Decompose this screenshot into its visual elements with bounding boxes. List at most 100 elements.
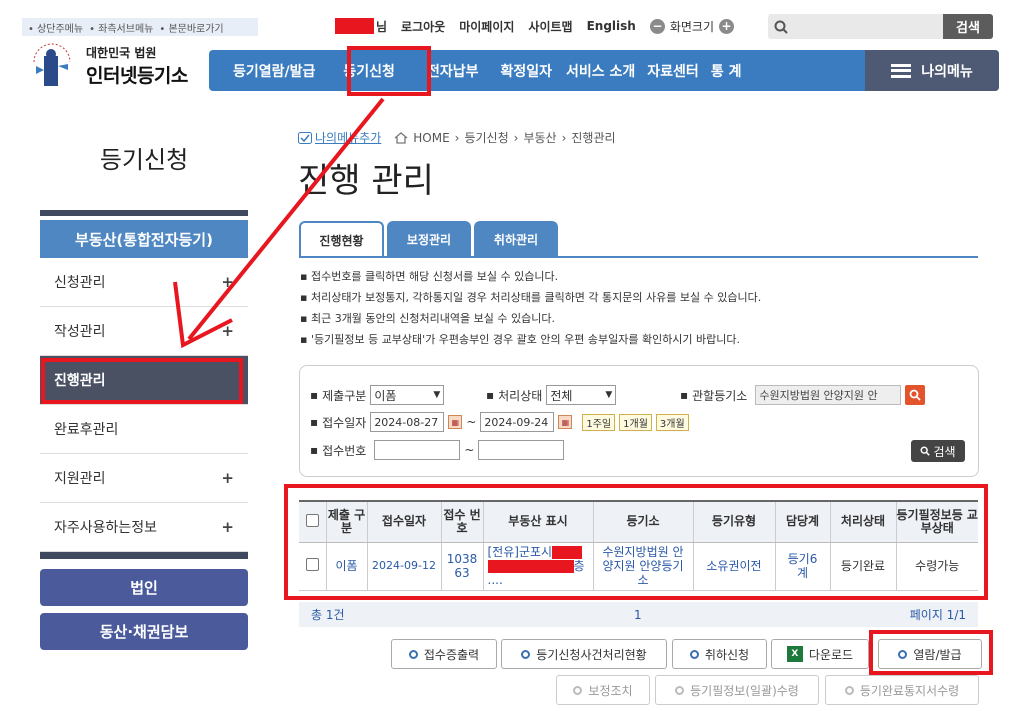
guide-notes: ▪ 접수번호를 클릭하면 해당 신청서를 보실 수 있습니다. ▪ 처리상태가 … (300, 266, 761, 350)
cell-status[interactable]: 등기완료 (829, 542, 896, 591)
quick-3month-button[interactable]: 3개월 (655, 413, 689, 431)
search-button[interactable]: 검색 (943, 14, 993, 39)
select-all-checkbox[interactable] (305, 513, 319, 527)
zoom-control: − 화면크기 + (649, 18, 735, 35)
circle-icon (675, 685, 685, 695)
crumb-registry-apply[interactable]: 등기신청 (464, 129, 508, 146)
sidebar-item-post-complete[interactable]: 완료후관리 (40, 405, 248, 454)
sidebar-item-write-manage[interactable]: 작성관리 + (40, 307, 248, 356)
cell-property[interactable]: [전유]군포시 층 .... (482, 542, 593, 591)
search-icon (774, 20, 788, 34)
row-checkbox[interactable] (305, 558, 319, 571)
download-button[interactable]: X 다운로드 (771, 639, 869, 669)
skip-link-top-menu[interactable]: 상단주메뉴 (28, 20, 83, 35)
gnb-service-intro[interactable]: 서비스 소개 (564, 50, 647, 91)
skip-link-content[interactable]: 본문바로가기 (159, 20, 223, 35)
logout-link[interactable]: 로그아웃 (401, 18, 445, 35)
cell-delivery: 수령가능 (895, 542, 978, 591)
zoom-label: 화면크기 (669, 19, 715, 34)
english-link[interactable]: English (587, 19, 636, 33)
calendar-icon[interactable]: ▦ (448, 415, 463, 429)
zoom-in-icon[interactable]: + (719, 18, 735, 34)
page-number[interactable]: 1 (634, 608, 642, 622)
add-my-menu-link[interactable]: 나의메뉴추가 (298, 129, 381, 146)
withdraw-request-button[interactable]: 취하신청 (672, 639, 767, 669)
crumb-progress[interactable]: 진행관리 (571, 129, 615, 146)
gnb-statistics[interactable]: 통 계 (711, 50, 754, 91)
receipt-no-label: 접수번호 (322, 443, 367, 458)
zoom-out-icon[interactable]: − (649, 18, 665, 34)
home-icon (394, 131, 408, 144)
col-receipt-no: 접수 번호 (440, 500, 483, 543)
receipt-print-button[interactable]: 접수증출력 (391, 639, 497, 669)
office-input[interactable]: 수원지방법원 안양지원 안 (755, 385, 902, 405)
skip-link-side-menu[interactable]: 좌측서브메뉴 (89, 20, 153, 35)
cell-dept: 등기6계 (774, 542, 830, 591)
gnb-fixed-date[interactable]: 확정일자 (490, 50, 564, 91)
status-select[interactable]: 전체 ▼ (546, 385, 617, 405)
office-search-icon[interactable] (905, 385, 926, 405)
my-menu-button[interactable]: 나의메뉴 (865, 50, 999, 91)
sidebar-title: 등기신청 (99, 146, 189, 174)
tab-correction-manage[interactable]: 보정관리 (387, 221, 471, 257)
tab-underline (299, 256, 978, 258)
sitemap-link[interactable]: 사이트맵 (528, 18, 572, 35)
cert-info-receive-button[interactable]: 등기필정보(일괄)수령 (655, 675, 819, 705)
breadcrumb: 나의메뉴추가 HOME › 등기신청 › 부동산 › 진행관리 (298, 129, 616, 146)
mypage-link[interactable]: 마이페이지 (459, 18, 514, 35)
case-status-button[interactable]: 등기신청사건처리현황 (501, 639, 667, 669)
quick-1month-button[interactable]: 1개월 (619, 413, 652, 431)
sidebar-item-progress-manage[interactable]: 진행관리 (40, 356, 248, 405)
date-from-input[interactable]: 2024-08-27 (370, 412, 445, 432)
status-label: 처리상태 (498, 388, 543, 403)
sidebar-top-bar (40, 210, 248, 216)
tab-bar: 진행현황 보정관리 취하관리 (299, 221, 558, 257)
note-item: ▪ '등기필정보 등 교부상태'가 우편송부인 경우 괄호 안의 우편 송부일자… (300, 333, 741, 346)
site-logo[interactable]: 대한민국 법원 인터넷등기소 (24, 40, 188, 92)
sidebar-item-apply-manage[interactable]: 신청관리 + (40, 258, 248, 307)
cell-receipt-no[interactable]: 103863 (440, 542, 483, 591)
col-property: 부동산 표시 (482, 500, 593, 543)
corporation-button[interactable]: 법인 (40, 569, 248, 606)
cell-type: 소유권이전 (692, 542, 775, 591)
circle-icon (573, 685, 583, 695)
form-search-button[interactable]: 검색 (911, 440, 965, 462)
main-navigation: 등기열람/발급 등기신청 전자납부 확정일자 서비스 소개 자료센터 통 계 나… (209, 50, 999, 91)
user-name: 님 (335, 18, 387, 35)
search-input[interactable] (768, 14, 943, 39)
page-info: 페이지 1/1 (909, 608, 966, 622)
gnb-registry-apply[interactable]: 등기신청 (327, 50, 407, 91)
quick-1week-button[interactable]: 1주일 (582, 413, 616, 431)
sidebar-category[interactable]: 부동산(통합전자등기) (40, 220, 248, 258)
movable-collateral-button[interactable]: 동산·채권담보 (40, 613, 248, 650)
correction-action-button[interactable]: 보정조치 (556, 675, 650, 705)
gnb-e-payment[interactable]: 전자납부 (407, 50, 491, 91)
redacted-address (487, 560, 574, 573)
complete-notice-receive-button[interactable]: 등기완료통지서수령 (825, 675, 979, 705)
redacted-name (335, 18, 374, 34)
site-search: 검색 (768, 14, 993, 39)
tab-withdraw-manage[interactable]: 취하관리 (474, 221, 558, 257)
crumb-home[interactable]: HOME (413, 131, 449, 145)
circle-icon (521, 649, 531, 659)
date-to-input[interactable]: 2024-09-24 (480, 412, 555, 432)
logo-court-text: 대한민국 법원 (86, 46, 157, 60)
table-row: 이폼 2024-09-12 103863 [전유]군포시 층 .... 수원지방… (299, 542, 978, 591)
receipt-no-to-input[interactable] (478, 440, 565, 460)
sidebar-bottom-bar (40, 552, 248, 559)
cell-submit: 이폼 (325, 542, 367, 591)
crumb-real-estate[interactable]: 부동산 (523, 129, 556, 146)
calendar-icon[interactable]: ▦ (558, 415, 573, 429)
view-issue-button[interactable]: 열람/발급 (878, 639, 982, 669)
tab-progress-status[interactable]: 진행현황 (299, 221, 384, 257)
sidebar-item-favorites[interactable]: 자주사용하는정보 + (40, 503, 248, 552)
gnb-data-center[interactable]: 자료센터 (647, 50, 711, 91)
sidebar-item-support-manage[interactable]: 지원관리 + (40, 454, 248, 503)
circle-icon (898, 649, 908, 659)
redacted-address (552, 546, 583, 559)
result-table: 제출 구분 접수일자 접수 번호 부동산 표시 등기소 등기유형 담당계 처리상… (299, 500, 978, 591)
gnb-registry-view[interactable]: 등기열람/발급 (209, 50, 327, 91)
submit-type-select[interactable]: 이폼 ▼ (370, 385, 445, 405)
utility-bar: 님 로그아웃 마이페이지 사이트맵 English − 화면크기 + (335, 15, 735, 37)
receipt-no-from-input[interactable] (374, 440, 461, 460)
